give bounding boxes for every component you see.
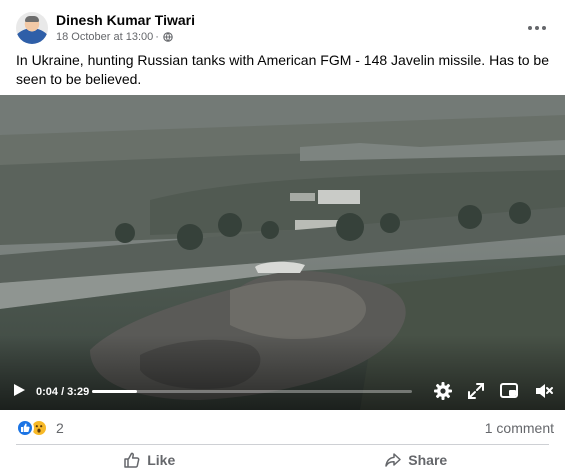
avatar[interactable] bbox=[16, 12, 48, 44]
share-icon bbox=[385, 453, 402, 467]
more-dot bbox=[535, 26, 539, 30]
divider bbox=[16, 444, 549, 445]
post-timestamp[interactable]: 18 October at 13:00 bbox=[56, 31, 153, 43]
more-dot bbox=[542, 26, 546, 30]
post-meta: 18 October at 13:00 · bbox=[56, 31, 173, 43]
miniplayer-icon[interactable] bbox=[499, 381, 519, 401]
video-progress-bar[interactable] bbox=[92, 390, 412, 393]
like-reaction-icon bbox=[16, 419, 34, 437]
comments-count[interactable]: 1 comment bbox=[485, 420, 554, 436]
like-label: Like bbox=[147, 452, 176, 468]
more-dot bbox=[528, 26, 532, 30]
mute-icon[interactable] bbox=[534, 381, 554, 401]
globe-icon bbox=[163, 32, 173, 42]
video-time: 0:04 / 3:29 bbox=[36, 386, 90, 398]
share-button[interactable]: Share bbox=[283, 447, 550, 473]
fullscreen-icon[interactable] bbox=[466, 381, 486, 401]
settings-icon[interactable] bbox=[433, 381, 453, 401]
reaction-count[interactable]: 2 bbox=[56, 420, 64, 436]
meta-separator: · bbox=[155, 31, 159, 43]
post-caption: In Ukraine, hunting Russian tanks with A… bbox=[16, 52, 550, 87]
video-progress-fill bbox=[92, 390, 137, 393]
thumbs-up-icon bbox=[124, 452, 140, 468]
share-label: Share bbox=[408, 452, 448, 468]
video-player[interactable] bbox=[0, 95, 565, 410]
more-options-icon[interactable] bbox=[525, 16, 549, 40]
like-button[interactable]: Like bbox=[16, 447, 283, 473]
author-name[interactable]: Dinesh Kumar Tiwari bbox=[56, 12, 195, 28]
video-frame bbox=[0, 95, 565, 410]
facebook-post: Dinesh Kumar Tiwari 18 October at 13:00 … bbox=[0, 0, 565, 473]
post-actions: Like Share bbox=[16, 447, 549, 473]
post-header: Dinesh Kumar Tiwari 18 October at 13:00 … bbox=[16, 12, 549, 46]
play-icon[interactable] bbox=[12, 383, 26, 397]
reactions-summary[interactable]: 2 bbox=[16, 418, 64, 438]
